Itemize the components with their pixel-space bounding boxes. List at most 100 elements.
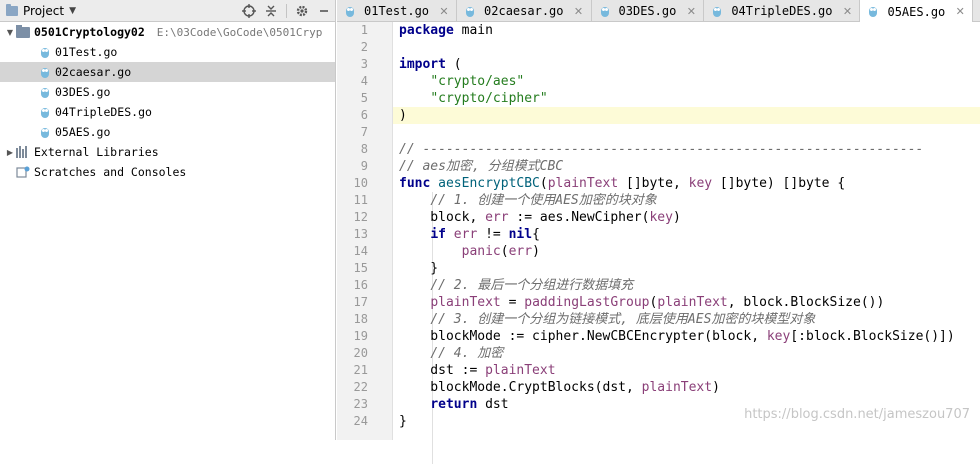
code-line[interactable]: // 3. 创建一个分组为链接模式, 底层使用AES加密的块模型对象 xyxy=(399,311,980,328)
line-number: 19 xyxy=(353,329,368,343)
line-number: 10 xyxy=(353,176,368,190)
tree-item-go[interactable]: 01Test.go xyxy=(0,42,335,62)
line-number: 13 xyxy=(353,227,368,241)
line-number: 15 xyxy=(353,261,368,275)
close-icon[interactable]: ✕ xyxy=(438,5,450,18)
tab-05AES-go[interactable]: 05AES.go ✕ xyxy=(860,0,974,23)
code-line[interactable]: blockMode := cipher.NewCBCEncrypter(bloc… xyxy=(399,328,980,345)
tab-label: 02caesar.go xyxy=(484,4,564,18)
code-line[interactable] xyxy=(399,124,980,141)
code-line[interactable]: "crypto/aes" xyxy=(399,73,980,90)
code-line[interactable]: // 2. 最后一个分组进行数据填充 xyxy=(399,277,980,294)
line-number-gutter: 1 2 3 4 5 6 7 8 9 10 11 12 13 14 15 16 17 18 19 20 21 22 23 24 xyxy=(337,22,393,440)
line-number: 20 xyxy=(353,346,368,360)
folder-icon xyxy=(16,24,30,38)
close-icon[interactable]: ✕ xyxy=(841,5,853,18)
line-number: 6 xyxy=(360,108,368,122)
line-number: 23 xyxy=(353,397,368,411)
tree-item-folder[interactable]: ▼ 0501Cryptology02 E:\03Code\GoCode\0501Cr… xyxy=(0,22,335,42)
tree-item-go[interactable]: 03DES.go xyxy=(0,82,335,102)
tree-item-label: 0501Cryptology02 xyxy=(34,25,145,39)
line-number: 21 xyxy=(353,363,368,377)
tree-item-path: E:\03Code\GoCode\0501Cryp xyxy=(156,25,323,39)
go-file-icon xyxy=(40,106,50,119)
tree-item-scratch[interactable]: Scratches and Consoles xyxy=(0,162,335,182)
go-file-icon xyxy=(465,5,475,18)
code-line[interactable]: } xyxy=(399,260,980,277)
code-line[interactable]: "crypto/cipher" xyxy=(399,90,980,107)
go-file-icon xyxy=(40,66,50,79)
line-number: 1 xyxy=(360,23,368,37)
code-line[interactable] xyxy=(399,39,980,56)
code-line[interactable]: package main xyxy=(399,22,980,39)
project-view-selector[interactable]: Project ▼ xyxy=(0,3,76,18)
close-icon[interactable]: ✕ xyxy=(573,5,585,18)
tree-item-go[interactable]: 04TripleDES.go xyxy=(0,102,335,122)
go-file-icon xyxy=(40,126,50,139)
line-number: 24 xyxy=(353,414,368,428)
collapse-arrow-icon[interactable]: ▶ xyxy=(4,148,16,157)
code-line[interactable]: // 4. 加密 xyxy=(399,345,980,362)
go-file-icon xyxy=(40,86,50,99)
go-file-icon xyxy=(712,5,722,18)
go-file-icon xyxy=(40,46,50,59)
code-line[interactable]: block, err := aes.NewCipher(key) xyxy=(399,209,980,226)
code-line[interactable]: // aes加密, 分组模式CBC xyxy=(399,158,980,175)
line-number: 9 xyxy=(360,159,368,173)
line-number: 3 xyxy=(360,57,368,71)
collapse-all-icon[interactable] xyxy=(260,0,282,22)
chevron-down-icon: ▼ xyxy=(69,5,76,16)
tree-item-label: External Libraries xyxy=(34,145,159,159)
gear-icon[interactable] xyxy=(291,0,313,22)
code-line[interactable]: ) xyxy=(399,107,980,124)
tab-label: 04TripleDES.go xyxy=(731,4,833,18)
line-number: 4 xyxy=(360,74,368,88)
code-line[interactable]: // -------------------------------------… xyxy=(399,141,980,158)
tree-item-label: 02caesar.go xyxy=(55,65,132,79)
tab-01Test-go[interactable]: 01Test.go ✕ xyxy=(337,0,458,22)
go-file-icon xyxy=(345,5,355,18)
code-line[interactable]: dst := plainText xyxy=(399,362,980,379)
expand-arrow-icon[interactable]: ▼ xyxy=(4,28,16,37)
line-number: 16 xyxy=(353,278,368,292)
tab-04TripleDES-go[interactable]: 04TripleDES.go ✕ xyxy=(704,0,861,22)
tree-item-label: 03DES.go xyxy=(55,85,111,99)
code-line[interactable]: plainText = paddingLastGroup(plainText, … xyxy=(399,294,980,311)
project-toolbar xyxy=(238,0,335,22)
close-icon[interactable]: ✕ xyxy=(685,5,697,18)
line-number: 12 xyxy=(353,210,368,224)
code-line[interactable]: blockMode.CryptBlocks(dst, plainText) xyxy=(399,379,980,396)
line-number: 2 xyxy=(360,40,368,54)
project-title: Project xyxy=(23,3,65,18)
code-area[interactable]: package main import ( "crypto/aes" "crypt… xyxy=(399,22,980,430)
folder-icon xyxy=(6,3,18,16)
line-number: 22 xyxy=(353,380,368,394)
tree-item-label: 01Test.go xyxy=(55,45,118,59)
code-line[interactable]: import ( xyxy=(399,56,980,73)
scratches-icon xyxy=(16,166,30,178)
tab-label: 05AES.go xyxy=(887,4,946,19)
code-line[interactable]: func aesEncryptCBC(plainText []byte, key… xyxy=(399,175,980,192)
project-panel: Project ▼ ▼ 0501Cryptology02 E:\03Code\GoC… xyxy=(0,0,336,440)
line-number: 7 xyxy=(360,125,368,139)
tree-item-go[interactable]: 05AES.go xyxy=(0,122,335,142)
project-panel-header: Project ▼ xyxy=(0,0,335,22)
code-line[interactable]: if err != nil{ xyxy=(399,226,980,243)
minimize-icon[interactable] xyxy=(313,0,335,22)
line-number: 11 xyxy=(353,193,368,207)
code-editor[interactable]: 1 2 3 4 5 6 7 8 9 10 11 12 13 14 15 16 17 18 19 20 21 22 23 24 … xyxy=(337,22,980,464)
line-number: 8 xyxy=(360,142,368,156)
code-line[interactable]: // 1. 创建一个使用AES加密的块对象 xyxy=(399,192,980,209)
tree-item-libs[interactable]: ▶ External Libraries xyxy=(0,142,335,162)
tree-item-go[interactable]: 02caesar.go xyxy=(0,62,335,82)
tab-02caesar-go[interactable]: 02caesar.go ✕ xyxy=(457,0,592,22)
locate-target-icon[interactable] xyxy=(238,0,260,22)
libraries-icon xyxy=(16,146,30,158)
tree-item-label: 05AES.go xyxy=(55,125,111,139)
close-icon[interactable]: ✕ xyxy=(954,5,966,18)
tab-03DES-go[interactable]: 03DES.go ✕ xyxy=(592,0,705,22)
go-file-icon xyxy=(868,5,878,18)
project-tree: ▼ 0501Cryptology02 E:\03Code\GoCode\0501Cr… xyxy=(0,22,335,182)
tab-label: 03DES.go xyxy=(618,4,677,18)
code-line[interactable]: panic(err) xyxy=(399,243,980,260)
